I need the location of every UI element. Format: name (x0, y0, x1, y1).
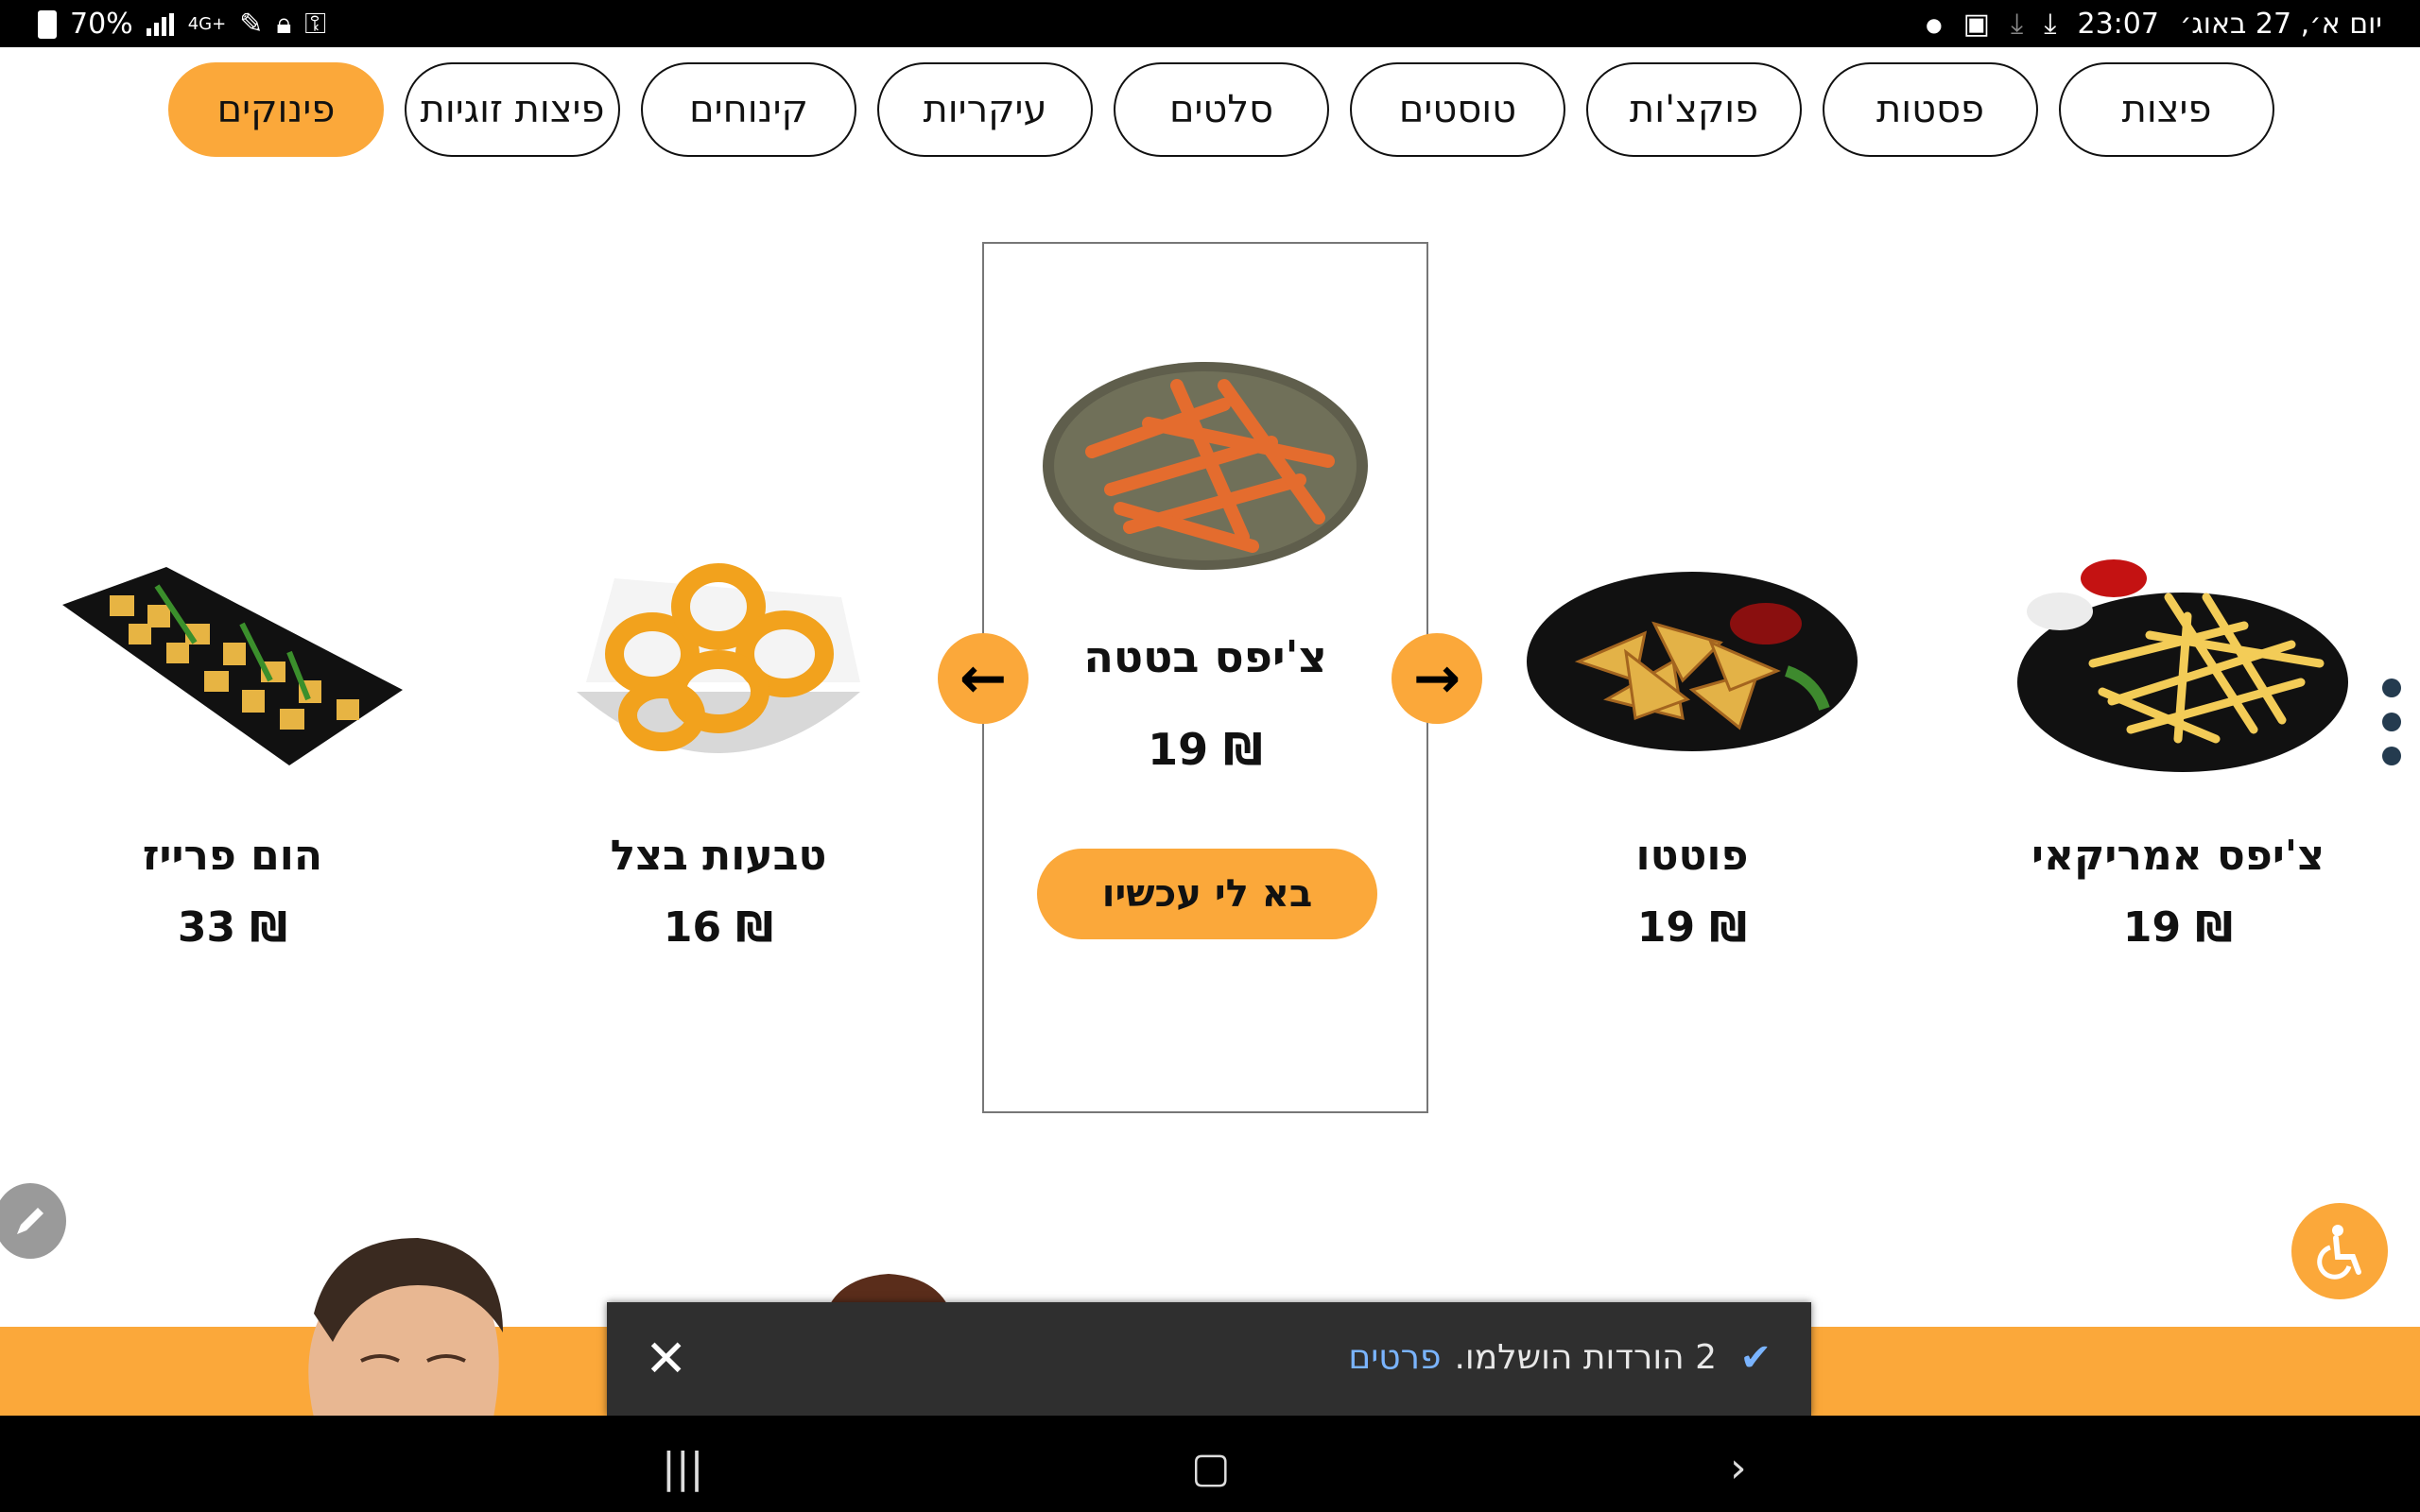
edit-pencil-icon[interactable] (0, 1183, 66, 1259)
vpn-key-icon: ⚿ (304, 8, 327, 41)
category-nav: פיצות פסטות פוקצ'ות טוסטים סלטים עיקריות… (146, 62, 2274, 161)
product-name: צ'יפס אמריקאי (2031, 832, 2325, 880)
sweet-potato-fries-image (1043, 362, 1368, 570)
network-type: 4G+ (187, 14, 227, 34)
product-price: 19 ₪ (1636, 903, 1748, 952)
gallery-icon: ▣ (1962, 8, 1990, 41)
accessibility-icon[interactable] (2291, 1203, 2388, 1299)
product-price: 16 ₪ (663, 903, 774, 952)
product-name: הום פרייז (142, 832, 323, 880)
home-fries-image (62, 567, 403, 765)
product-price: 19 ₪ (2122, 903, 2234, 952)
potato-wedges-image (1527, 572, 1858, 751)
category-focaccias[interactable]: פוקצ'ות (1586, 62, 1802, 157)
notification-dot-icon: ● (1926, 12, 1943, 36)
snackbar-message: 2 הורדות הושלמו. (1454, 1338, 1717, 1377)
order-now-button[interactable]: בא לי עכשיו (1037, 849, 1377, 939)
system-nav-bar: ||| ▢ › (0, 1416, 2420, 1512)
snackbar-message-row: 2 הורדות הושלמו. פרטים (1348, 1338, 1717, 1377)
previous-arrow-icon[interactable]: ← (938, 633, 1028, 724)
pen-icon: ✎ (239, 8, 264, 41)
download-done-icon: ✔ (1739, 1336, 1772, 1380)
category-salads[interactable]: סלטים (1114, 62, 1329, 157)
download-icon: ⤓ (2044, 8, 2057, 41)
category-couple-pizzas[interactable]: פיצות זוגיות (405, 62, 620, 157)
featured-product-name: צ'יפס בטטה (1083, 631, 1327, 682)
wheelchair-icon (2317, 1225, 2361, 1280)
product-card[interactable]: טבעות בצל 16 ₪ (520, 529, 917, 964)
snackbar-details-link[interactable]: פרטים (1348, 1338, 1441, 1377)
pencil-icon (17, 1208, 43, 1234)
lock-icon: 🔒︎ (276, 8, 292, 41)
close-icon[interactable]: ✕ (645, 1329, 687, 1388)
home-icon[interactable]: ▢ (1191, 1444, 1231, 1492)
product-card[interactable]: צ'יפס אמריקאי 19 ₪ (1979, 529, 2377, 964)
product-name: טבעות בצל (610, 832, 827, 880)
onion-rings-image (577, 563, 860, 753)
featured-product-price: 19 ₪ (1148, 724, 1263, 775)
french-fries-image (2017, 559, 2348, 772)
product-price: 33 ₪ (177, 903, 288, 952)
status-bar: 70% 4G+ ✎ 🔒︎ ⚿ יום א׳, 27 באוג׳ 23:07 ⤓ … (0, 0, 2420, 47)
category-pizzas[interactable]: פיצות (2059, 62, 2274, 157)
product-card[interactable]: פוטטו 19 ₪ (1494, 529, 1891, 964)
recent-apps-icon[interactable]: ||| (662, 1444, 703, 1492)
back-icon[interactable]: › (1730, 1444, 1747, 1492)
next-arrow-icon[interactable]: → (1392, 633, 1482, 724)
signal-icon (146, 12, 175, 36)
category-toasts[interactable]: טוסטים (1350, 62, 1565, 157)
battery-icon (38, 9, 57, 39)
status-time: 23:07 (2077, 8, 2159, 41)
battery-level: 70% (70, 8, 133, 41)
download-snackbar: ✕ 2 הורדות הושלמו. פרטים ✔ (607, 1302, 1811, 1416)
category-desserts[interactable]: קינוחים (641, 62, 856, 157)
category-treats[interactable]: פינוקים (168, 62, 384, 157)
person-image (308, 1238, 503, 1418)
category-mains[interactable]: עיקריות (877, 62, 1093, 157)
side-menu-dots-icon[interactable] (2382, 679, 2405, 781)
product-card[interactable]: הום פרייז 33 ₪ (34, 529, 431, 964)
status-right: יום א׳, 27 באוג׳ 23:07 ⤓ ⤓ ▣ ● (1926, 8, 2382, 41)
featured-product-card[interactable]: צ'יפס בטטה 19 ₪ בא לי עכשיו (982, 242, 1428, 1113)
category-pastas[interactable]: פסטות (1823, 62, 2038, 157)
status-date: יום א׳, 27 באוג׳ (2179, 8, 2382, 41)
product-name: פוטטו (1635, 832, 1749, 880)
download-icon-2: ⤓ (2010, 8, 2024, 41)
status-left: 70% 4G+ ✎ 🔒︎ ⚿ (38, 8, 326, 41)
